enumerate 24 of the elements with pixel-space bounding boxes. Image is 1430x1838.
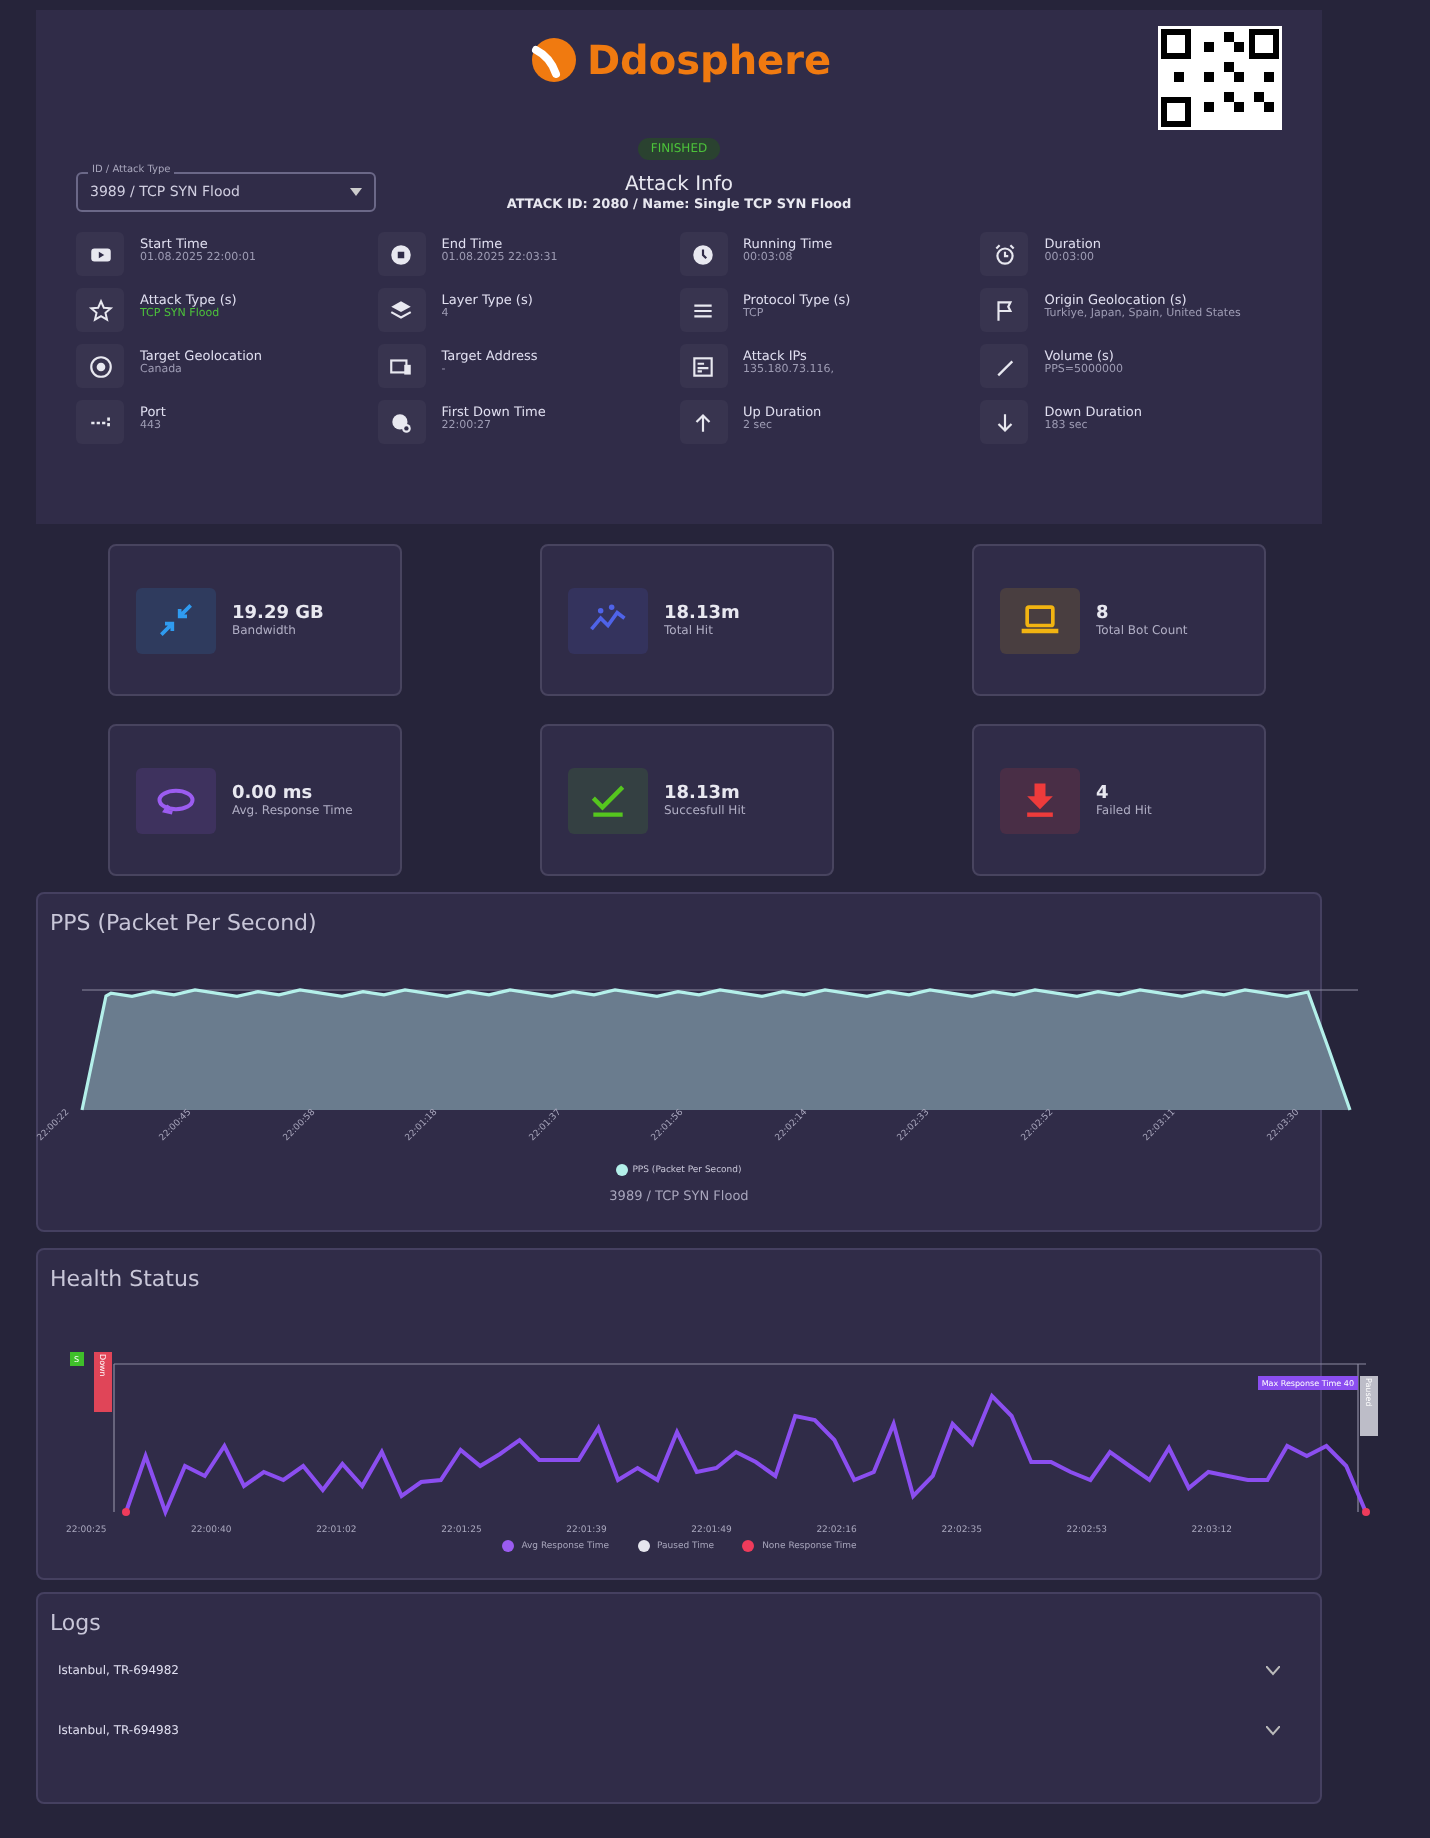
stat-value: 19.29 GB [232,603,324,623]
alarm-clock-icon [991,241,1018,267]
panel-title: PPS (Packet Per Second) [48,908,319,936]
panel-title: Health Status [48,1264,202,1292]
stat-value: 18.13m [664,603,740,623]
stat-value: 4 [1096,783,1111,803]
target-icon [87,353,113,379]
logo-text: Ddosphere [586,36,832,84]
devices-icon [388,353,415,379]
stat-value: 0.00 ms [232,783,315,803]
stat-value: 8 [1096,603,1111,623]
legend-dot-icon [616,1164,629,1176]
qr-code-icon [1158,26,1282,130]
clock-icon [690,241,716,267]
arrow-up-icon [690,409,716,435]
document-icon [690,353,716,379]
section-title: Attack Info [622,173,736,195]
caret-icon [350,188,362,196]
flag-icon [991,297,1018,323]
stat-value: 18.13m [664,783,742,803]
panel-title: Logs [48,1608,103,1636]
star-icon [87,297,113,323]
stop-icon [388,241,415,267]
layers-icon [388,297,415,323]
